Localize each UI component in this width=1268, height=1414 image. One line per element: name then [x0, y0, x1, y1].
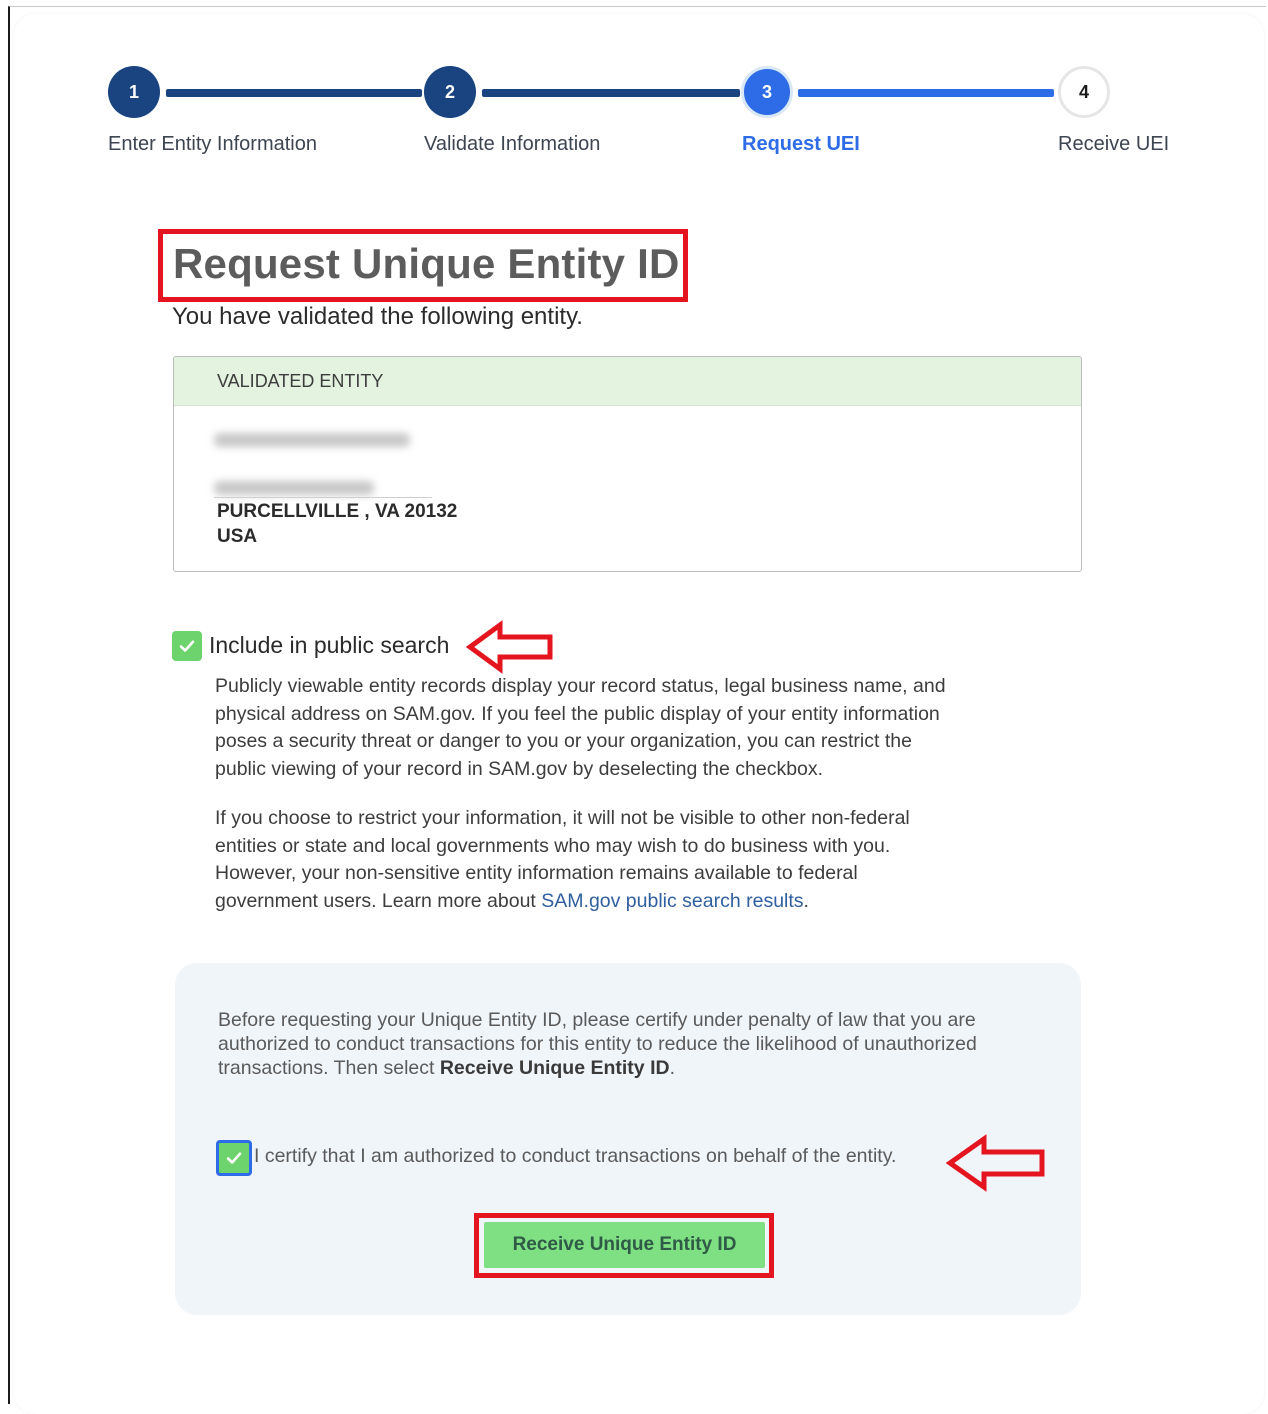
- step-2-circle: 2: [424, 66, 476, 118]
- page-title: Request Unique Entity ID: [173, 240, 680, 287]
- restrict-info-end: .: [803, 889, 809, 912]
- check-icon: [226, 1152, 242, 1164]
- public-search-results-link[interactable]: SAM.gov public search results: [541, 890, 803, 912]
- certification-bold-text: Receive Unique Entity ID: [439, 1057, 670, 1079]
- certify-checkbox[interactable]: [216, 1140, 252, 1176]
- step-connector-1: [166, 89, 422, 97]
- certification-instructions: Before requesting your Unique Entity ID,…: [218, 1008, 1028, 1080]
- redacted-entity-address: [214, 481, 374, 495]
- step-3-label: Request UEI: [742, 133, 860, 155]
- step-4-circle: 4: [1058, 66, 1110, 118]
- receive-uei-button[interactable]: Receive Unique Entity ID: [484, 1222, 765, 1268]
- step-1-label: Enter Entity Information: [108, 133, 317, 155]
- restrict-info-description: If you choose to restrict your informati…: [215, 805, 950, 915]
- check-icon: [179, 640, 195, 652]
- arrow-left-icon: [946, 1134, 1045, 1192]
- step-connector-3: [798, 89, 1054, 97]
- certify-label[interactable]: I certify that I am authorized to conduc…: [254, 1145, 896, 1168]
- step-connector-2: [482, 89, 740, 97]
- step-2-label: Validate Information: [424, 133, 601, 155]
- public-search-checkbox[interactable]: [172, 631, 202, 661]
- entity-country: USA: [217, 526, 258, 547]
- redacted-entity-name: [214, 433, 410, 447]
- public-search-description: Publicly viewable entity records display…: [215, 675, 946, 780]
- redacted-underline: [214, 497, 432, 498]
- step-4-label: Receive UEI: [1058, 133, 1170, 155]
- certification-text-end: .: [669, 1057, 675, 1079]
- step-3-circle: 3: [741, 66, 793, 118]
- page-subtitle: You have validated the following entity.: [172, 303, 583, 330]
- entity-city-state-zip: PURCELLVILLE , VA 20132: [217, 501, 458, 522]
- public-search-label[interactable]: Include in public search: [209, 632, 449, 659]
- step-1-circle: 1: [108, 66, 160, 118]
- arrow-left-icon: [466, 620, 553, 674]
- validated-entity-card: VALIDATED ENTITY PURCELLVILLE , VA 20132…: [173, 356, 1082, 572]
- validated-entity-header: VALIDATED ENTITY: [174, 357, 1081, 406]
